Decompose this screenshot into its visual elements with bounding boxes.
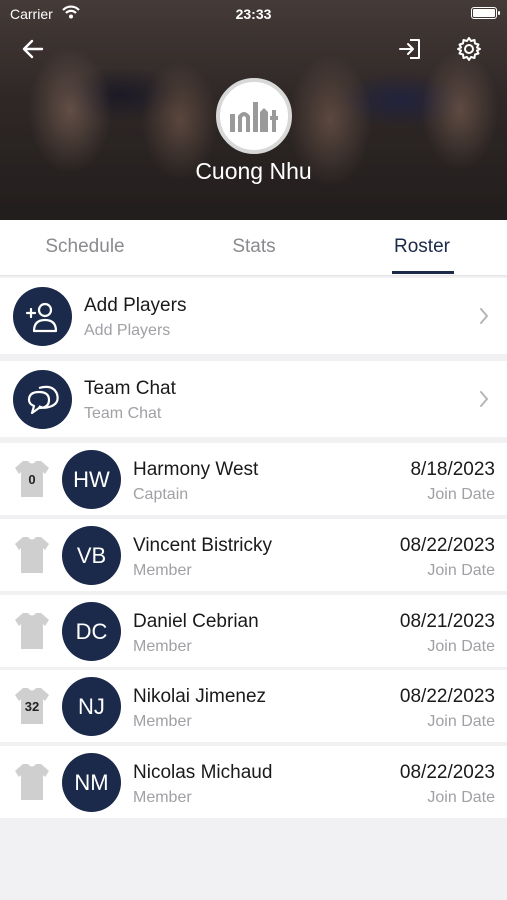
player-role: Member (133, 638, 192, 655)
join-date: 08/22/2023 (399, 762, 495, 783)
avatar: NJ (62, 677, 121, 736)
player-role: Member (133, 789, 192, 806)
team-logo-icon (230, 102, 278, 132)
leave-team-button[interactable] (393, 32, 427, 66)
status-bar: Carrier 23:33 (0, 0, 507, 28)
player-name: Nikolai Jimenez (133, 686, 267, 707)
team-chat-subtitle: Team Chat (84, 405, 162, 422)
chevron-right-icon (480, 391, 488, 407)
player-name: Nicolas Michaud (133, 762, 273, 783)
join-date-label: Join Date (427, 713, 495, 730)
player-role: Member (133, 562, 192, 579)
chat-bubble-icon (13, 370, 72, 429)
avatar: DC (62, 602, 121, 661)
player-role: Member (133, 713, 192, 730)
add-players-subtitle: Add Players (84, 322, 171, 339)
avatar: HW (62, 450, 121, 509)
back-arrow-icon (22, 39, 44, 59)
join-date: 08/21/2023 (399, 611, 495, 632)
jersey-icon (15, 764, 49, 800)
battery-icon (471, 7, 500, 19)
jersey-number: 32 (24, 699, 40, 714)
join-date: 08/22/2023 (399, 686, 495, 707)
gear-icon (457, 37, 481, 61)
chevron-right-icon (480, 308, 488, 324)
avatar: VB (62, 526, 121, 585)
player-name: Harmony West (133, 459, 259, 480)
jersey-icon (15, 537, 49, 573)
player-name: Vincent Bistricky (133, 535, 273, 556)
player-name: Daniel Cebrian (133, 611, 259, 632)
team-chat-row[interactable]: Team Chat Team Chat (0, 361, 507, 437)
team-logo (216, 78, 292, 154)
tab-schedule[interactable]: Schedule (20, 220, 150, 276)
roster-row[interactable]: 0 HW Harmony West Captain 8/18/2023 Join… (0, 443, 507, 515)
join-date-label: Join Date (427, 638, 495, 655)
join-date-label: Join Date (427, 562, 495, 579)
team-name: Cuong Nhu (195, 158, 312, 184)
team-screen: Carrier 23:33 Cuong Nhu Schedule Stats R… (0, 0, 507, 900)
team-chat-title: Team Chat (84, 378, 176, 399)
add-players-row[interactable]: Add Players Add Players (0, 278, 507, 354)
jersey-icon (15, 613, 49, 649)
join-date: 08/22/2023 (399, 535, 495, 556)
jersey-number: 0 (28, 472, 36, 487)
join-date-label: Join Date (427, 486, 495, 503)
roster-row[interactable]: DC Daniel Cebrian Member 08/21/2023 Join… (0, 595, 507, 667)
tab-stats[interactable]: Stats (189, 220, 319, 276)
join-date: 8/18/2023 (410, 459, 495, 480)
roster-row[interactable]: NM Nicolas Michaud Member 08/22/2023 Joi… (0, 746, 507, 818)
roster-row[interactable]: 32 NJ Nikolai Jimenez Member 08/22/2023 … (0, 670, 507, 742)
back-button[interactable] (16, 32, 50, 66)
active-tab-indicator (392, 271, 454, 274)
clock: 23:33 (235, 6, 272, 22)
join-date-label: Join Date (427, 789, 495, 806)
player-role: Captain (133, 486, 189, 503)
tab-roster[interactable]: Roster (357, 220, 487, 276)
login-icon (399, 39, 420, 59)
add-players-title: Add Players (84, 295, 187, 316)
add-person-icon (13, 287, 72, 346)
avatar: NM (62, 753, 121, 812)
roster-row[interactable]: VB Vincent Bistricky Member 08/22/2023 J… (0, 519, 507, 591)
settings-button[interactable] (452, 32, 486, 66)
tab-bar: Schedule Stats Roster (0, 220, 507, 276)
